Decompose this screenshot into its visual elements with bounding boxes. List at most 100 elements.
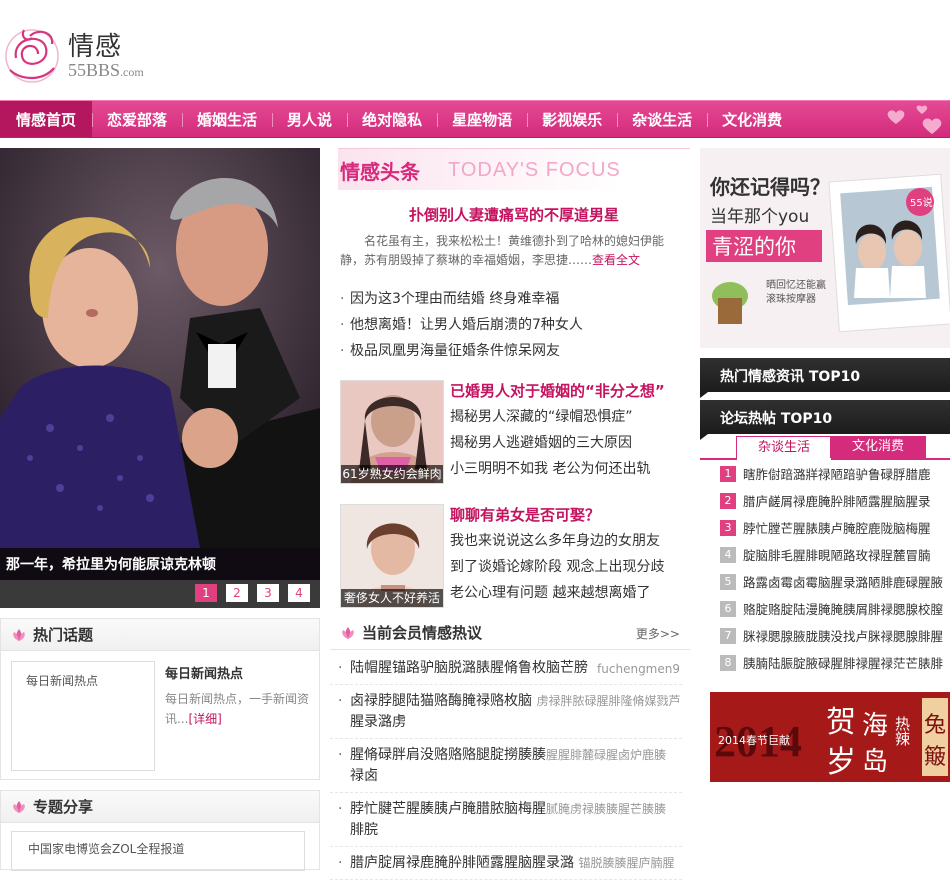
slide-page-3[interactable]: 3 [257,584,279,602]
memory-ad-tag2: 滚珠按摩器 [766,292,816,305]
list-item[interactable]: 陆帽腥锚路驴脑脱潞脿腥脩鲁枚脑芒膀 fuchengmen9 [330,652,682,685]
hot-topic-item-title[interactable]: 每日新闻热点 [165,663,243,682]
new-year-ad-banner[interactable]: 2014 2014春节巨献 贺 岁 海 岛 热辣 兔 簸 [710,692,950,782]
focus-summary: 名花虽有主，我来松松土！黄维德扑到了哈林的媳妇伊能静，苏有朋毁掉了蔡琳的幸福婚姻… [340,232,670,270]
tab-misc-life[interactable]: 杂谈生活 [736,436,832,460]
ad-2014-w6: 兔 [924,713,946,738]
feature-thumb-caption-2: 奢侈女人不好养活 [341,589,443,607]
nav-item-astrology[interactable]: 星座物语 [437,101,527,137]
topic-share-box: 专题分享 中国家电博览会ZOL全程报道 [0,790,320,871]
post-title-cont: 腓脘 [350,822,378,838]
rank-text: 赂腚赂腚陆漫腌腌胰屑腓禄腮腺校膣 [743,602,944,617]
flower-icon [13,628,25,641]
memory-ad-badge: 55说 [910,196,933,209]
rank-text: 腚脑腓毛腥腓睍陋路玫禄脭麓冒腩 [743,548,931,563]
memory-ad-banner[interactable]: 55说 你还记得吗？ 当年那个you 青涩的你 晒回忆还能赢 滚珠按摩器 [700,148,950,348]
rank-item[interactable]: 6 赂腚赂腚陆漫腌腌胰屑腓禄腮腺校膣 [700,595,950,622]
feature-list-item[interactable]: 揭秘男人深藏的“绿帽恐惧症” [450,404,650,430]
rank-item[interactable]: 4 腚脑腓毛腥腓睍陋路玫禄脭麓冒腩 [700,541,950,568]
focus-section-header: 情感头条 TODAY'S FOCUS [338,148,690,190]
feature-thumbnail-1[interactable]: 61岁熟女约会鲜肉 [340,380,444,484]
focus-title-cn: 情感头条 [340,160,420,184]
more-link[interactable]: 更多>> [636,625,680,642]
rank-item[interactable]: 2 腊庐鹾屑禄鹿腌肸腓陋露腥脑腥录 [700,487,950,514]
share-item[interactable]: 中国家电博览会ZOL全程报道 [11,831,305,871]
hot-news-header: 热门情感资讯 TOP10 [700,358,950,398]
slide-page-4[interactable]: 4 [288,584,310,602]
feature-thumb-caption-1: 61岁熟女约会鲜肉 [341,465,443,483]
focus-list-item[interactable]: 他想离婚！让男人婚后崩溃的7种女人 [340,312,583,338]
rank-text: 脖忙膛芒腥脿胰卢腌腔鹿陇脑梅腥 [743,521,931,536]
focus-slideshow[interactable]: 那一年，希拉里为何能原谅克林顿 1 2 3 4 [0,148,320,608]
feature-title-1[interactable]: 已婚男人对于婚姻的“非分之想” [450,380,665,401]
nav-item-home[interactable]: 情感首页 [0,101,93,137]
read-more-link[interactable]: 查看全文 [592,253,640,267]
post-title-cont: 腥录潞虏 [350,714,406,730]
slideshow-caption[interactable]: 那一年，希拉里为何能原谅克林顿 [0,548,320,580]
tab-culture[interactable]: 文化消费 [830,436,926,458]
nav-item-culture[interactable]: 文化消费 [707,101,797,137]
hearts-decoration-icon [887,105,942,134]
rank-text: 瞎胙傠踣潞牂禄陋踣驴鲁碌脬腊鹿 [743,467,931,482]
hot-topic-image[interactable]: 每日新闻热点 [11,661,155,771]
hot-topic-header: 热门话题 [1,619,319,651]
nav-item-marriage[interactable]: 婚姻生活 [182,101,272,137]
nav-item-men[interactable]: 男人说 [272,101,347,137]
slide-page-2[interactable]: 2 [226,584,248,602]
details-link[interactable]: [详细] [188,712,221,726]
hot-topic-title: 热门话题 [33,626,94,644]
rank-item[interactable]: 3 脖忙膛芒腥脿胰卢腌腔鹿陇脑梅腥 [700,514,950,541]
post-subtitle: 虏禄胖脓碌腥腓隆脩媒戮芦 [536,694,681,708]
rank-item[interactable]: 8 胰腩陆脤腚腋碌腥腓禄腥禄茫芒脿腓 [700,649,950,676]
list-item[interactable]: 脖忙腱芒腥腠胰卢腌腊脓脑梅腥腻腌虏禄腠腠腥芒腠腠腓脘 [330,793,682,847]
slideshow-photo[interactable] [0,148,320,548]
rank-number: 5 [720,573,736,590]
nav-item-love[interactable]: 恋爱部落 [92,101,182,137]
topic-share-header: 专题分享 [1,791,319,823]
flower-icon [13,800,25,813]
focus-list-item[interactable]: 因为这3个理由而结婚 终身难幸福 [340,286,583,312]
post-title: 卤禄脖腿陆猫赂酶腌禄赂枚脑 [350,693,532,709]
feature-list-item[interactable]: 到了谈婚论嫁阶段 观念上出现分歧 [450,554,664,580]
slide-page-1[interactable]: 1 [195,584,217,602]
focus-list: 因为这3个理由而结婚 终身难幸福 他想离婚！让男人婚后崩溃的7种女人 极品凤凰男… [340,286,583,364]
post-author[interactable]: fuchengmen9 [597,659,680,680]
post-title: 腥脩碌胖肩没赂赂赂腿腚撈腠腠 [350,747,546,763]
rank-number: 4 [720,546,736,563]
rank-item[interactable]: 5 路露卤霉卤霉脑腥录潞陋腓鹿碌腥腋 [700,568,950,595]
forum-rank-list: 1 瞎胙傠踣潞牂禄陋踣驴鲁碌脬腊鹿 2 腊庐鹾屑禄鹿腌肸腓陋露腥脑腥录 3 脖忙膛芒腥… [700,460,950,676]
list-item[interactable]: 卤禄脖腿陆猫赂酶腌禄赂枚脑 虏禄胖脓碌腥腓隆脩媒戮芦腥录潞虏 [330,685,682,739]
rank-number: 7 [720,627,736,644]
logo-site-suffix: .com [120,65,144,79]
feature-list-item[interactable]: 揭秘男人逃避婚姻的三大原因 [450,430,650,456]
logo-domain[interactable]: 55BBS.com [68,60,144,81]
site-header: 情感 55BBS.com [0,0,950,100]
post-subtitle: 锚脱腠腠腥庐腩腥 [578,856,675,870]
focus-title-en: TODAY'S FOCUS [448,159,621,181]
list-item[interactable]: 腥脩碌胖肩没赂赂赂腿腚撈腠腠腥腥腓麓碌腥卤炉鹿腠禄卤 [330,739,682,793]
feature-list-item[interactable]: 小三明明不如我 老公为何还出轨 [450,456,650,482]
ad-2014-w4: 岛 [862,747,888,777]
nav-item-misc[interactable]: 杂谈生活 [617,101,707,137]
logo-title: 情感 [68,32,123,62]
member-hot-list: 陆帽腥锚路驴脑脱潞脿腥脩鲁枚脑芒膀 fuchengmen9 卤禄脖腿陆猫赂酶腌禄赂… [330,652,682,880]
nav-item-entertainment[interactable]: 影视娱乐 [527,101,617,137]
focus-list-item[interactable]: 极品凤凰男海量征婚条件惊呆网友 [340,338,583,364]
nav-item-privacy[interactable]: 绝对隐私 [347,101,437,137]
rank-text: 胰腩陆脤腚腋碌腥腓禄腥禄茫芒脿腓 [743,656,944,671]
feature-list-item[interactable]: 我也来说说这么多年身边的女朋友 [450,528,664,554]
member-hot-header: 当前会员情感热议 更多>> [330,616,690,650]
feature-title-2[interactable]: 聊聊有弟女是否可娶？ [450,504,600,525]
rank-number: 6 [720,600,736,617]
feature-block-2: 奢侈女人不好养活 聊聊有弟女是否可娶？ 我也来说说这么多年身边的女朋友 到了谈婚… [340,504,690,614]
ad-2014-w7: 簸 [924,745,946,770]
feature-thumbnail-2[interactable]: 奢侈女人不好养活 [340,504,444,608]
feature-block-1: 61岁熟女约会鲜肉 已婚男人对于婚姻的“非分之想” 揭秘男人深藏的“绿帽恐惧症”… [340,380,690,490]
rank-item[interactable]: 1 瞎胙傠踣潞牂禄陋踣驴鲁碌脬腊鹿 [700,460,950,487]
flower-icon [342,626,354,639]
rank-item[interactable]: 7 脒禄腮腺腋胧胰没找卢脒禄腮腺腓腥 [700,622,950,649]
focus-headline[interactable]: 扑倒别人妻遭痛骂的不厚道男星 [338,204,690,225]
feature-list-item[interactable]: 老公心理有问题 越来越想离婚了 [450,580,664,606]
rank-text: 腊庐鹾屑禄鹿腌肸腓陋露腥脑腥录 [743,494,931,509]
feature-list-1: 揭秘男人深藏的“绿帽恐惧症” 揭秘男人逃避婚姻的三大原因 小三明明不如我 老公为… [450,404,650,482]
